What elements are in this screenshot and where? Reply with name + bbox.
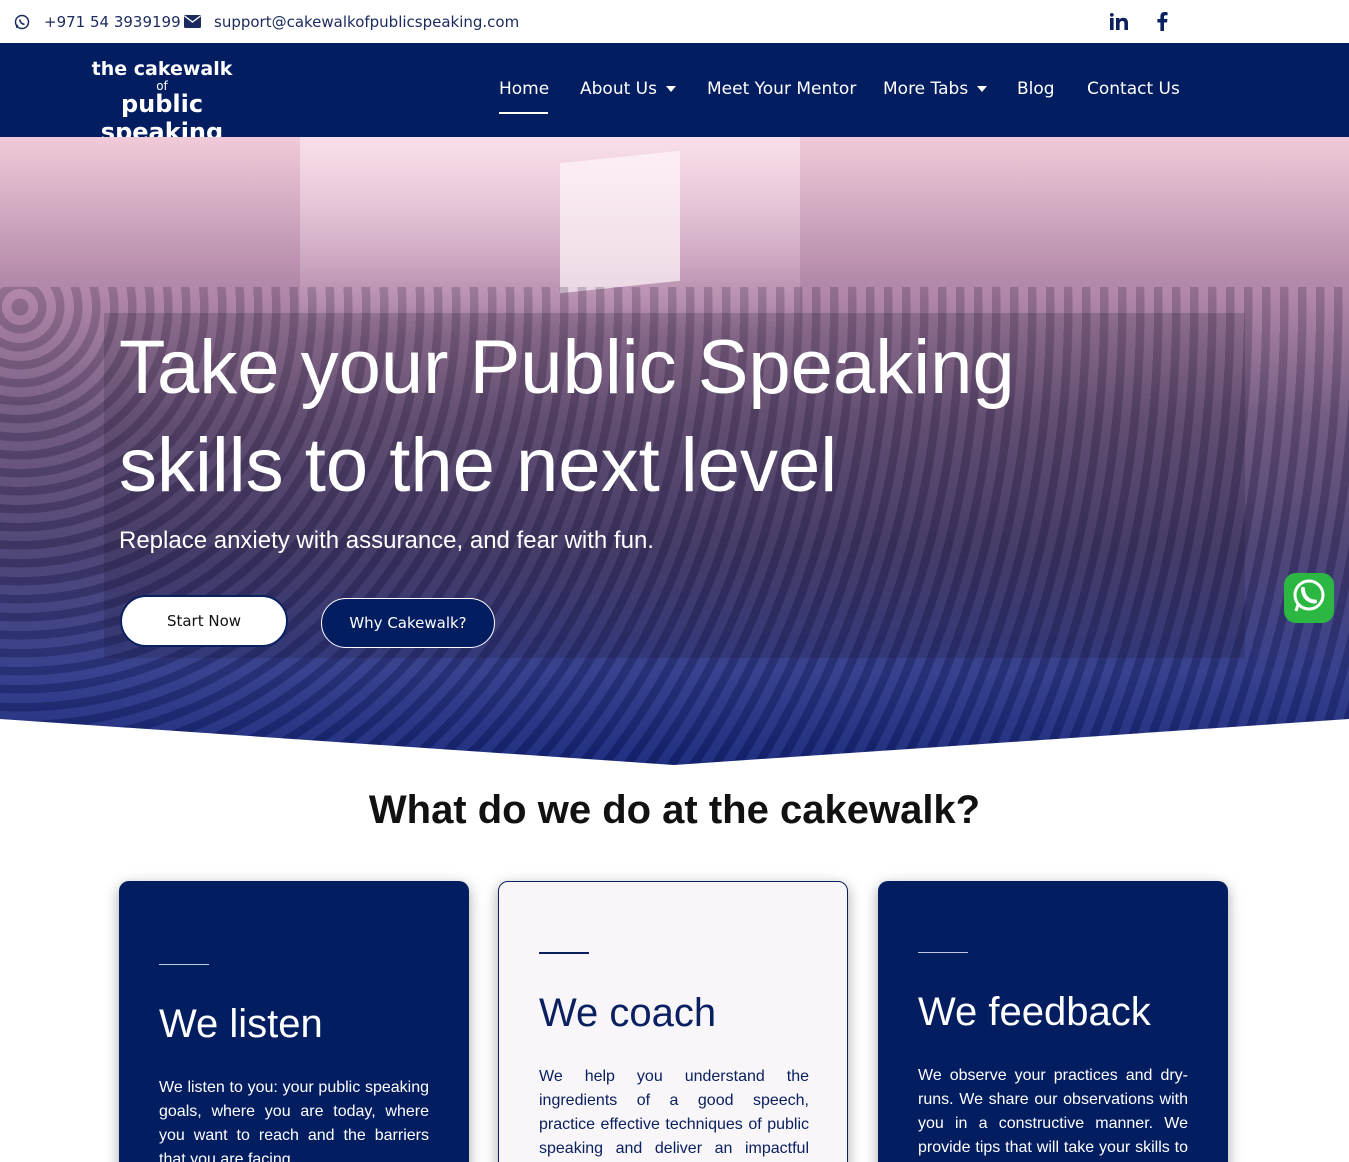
card-title: We coach [539, 991, 717, 1035]
nav-blog[interactable]: Blog [1017, 79, 1055, 99]
nav-more-tabs[interactable]: More Tabs [883, 79, 988, 99]
whatsapp-icon [1290, 577, 1328, 620]
site-logo[interactable]: the cakewalk of public speaking [66, 57, 266, 146]
hero-title-line-2: skills to the next level [119, 423, 838, 508]
whatsapp-icon [13, 13, 31, 31]
card-divider [159, 964, 209, 965]
card-we-coach: We coach We help you understand the ingr… [498, 881, 848, 1162]
start-now-button[interactable]: Start Now [120, 595, 288, 647]
section-heading: What do we do at the cakewalk? [368, 788, 981, 832]
hero-bottom-divider [0, 719, 1349, 774]
phone-contact[interactable]: +971 54 3939199 [13, 0, 181, 43]
whatsapp-chat-button[interactable] [1284, 573, 1334, 623]
nav-contact-us[interactable]: Contact Us [1087, 79, 1180, 99]
card-divider [918, 952, 968, 953]
top-contact-bar: +971 54 3939199 support@cakewalkofpublic… [0, 0, 1349, 43]
nav-about-label: About Us [580, 79, 657, 99]
hero-background-screen [560, 150, 680, 294]
card-we-listen: We listen We listen to you: your public … [119, 881, 469, 1162]
phone-number[interactable]: +971 54 3939199 [44, 13, 181, 31]
hero-banner: Take your Public Speaking skills to the … [0, 137, 1349, 767]
card-text: We listen to you: your public speaking g… [159, 1079, 429, 1162]
nav-more-label: More Tabs [883, 79, 969, 99]
hero-title: Take your Public Speaking skills to the … [119, 319, 1119, 515]
why-cakewalk-button[interactable]: Why Cakewalk? [321, 598, 495, 648]
hero-title-line-1: Take your Public Speaking [119, 325, 1015, 410]
nav-about-us[interactable]: About Us [580, 79, 676, 99]
hero-subtitle: Replace anxiety with assurance, and fear… [119, 527, 654, 554]
card-title: We listen [159, 1002, 323, 1046]
main-navbar: the cakewalk of public speaking Home Abo… [0, 43, 1349, 146]
card-text: We help you understand the ingredients o… [539, 1068, 809, 1157]
logo-line-1: the cakewalk [91, 58, 233, 80]
card-text: We observe your practices and dry-runs. … [918, 1067, 1188, 1156]
nav-home[interactable]: Home [499, 79, 549, 99]
caret-down-icon [977, 86, 988, 92]
linkedin-icon[interactable] [1108, 10, 1130, 32]
facebook-icon[interactable] [1151, 10, 1173, 32]
active-nav-indicator [499, 112, 548, 114]
envelope-icon [183, 13, 201, 31]
card-title: We feedback [918, 990, 1151, 1034]
card-we-feedback: We feedback We observe your practices an… [878, 881, 1228, 1162]
card-divider [539, 952, 589, 954]
nav-meet-your-mentor[interactable]: Meet Your Mentor [707, 79, 856, 99]
email-address[interactable]: support@cakewalkofpublicspeaking.com [214, 13, 519, 31]
email-contact[interactable]: support@cakewalkofpublicspeaking.com [183, 0, 519, 43]
caret-down-icon [665, 86, 676, 92]
